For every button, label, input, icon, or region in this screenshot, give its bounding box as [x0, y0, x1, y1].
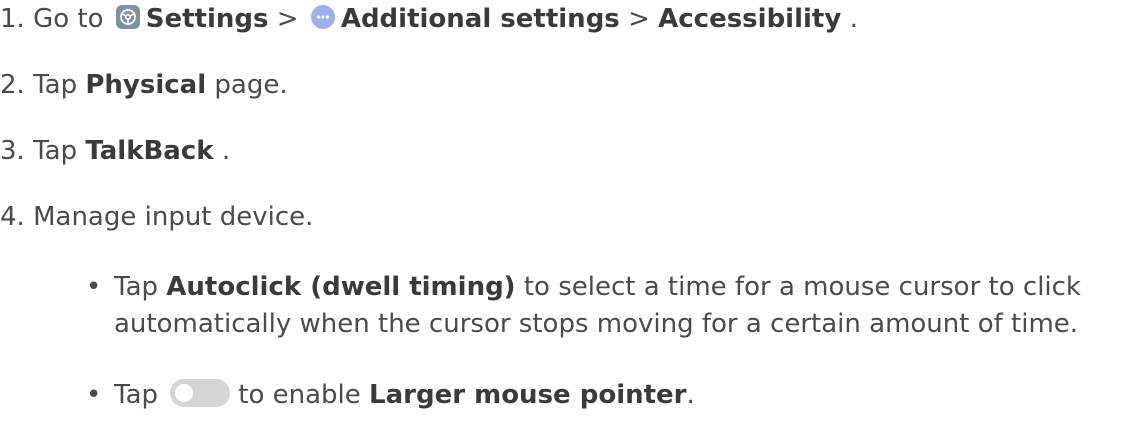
step-2-prefix: 2. Tap [0, 70, 78, 100]
step-2-rest: page. [214, 70, 288, 100]
settings-label: Settings [145, 4, 269, 34]
bullet-1-marker: • [86, 272, 102, 302]
settings-icon [115, 4, 140, 29]
bullet-2-marker: • [86, 380, 102, 410]
bullet-2-end: . [686, 380, 695, 410]
step-1: 1. Go to Settings > Additional settings … [0, 2, 858, 36]
bullet-1-rest-1: to select a time for a mouse cursor to c… [523, 272, 1081, 302]
bullet-2-pre: Tap [114, 380, 159, 410]
additional-settings-label: Additional settings [340, 4, 620, 34]
bullet-2-mid: to enable [238, 380, 361, 410]
toggle-knob [175, 383, 194, 402]
bullet-2: • Tap to enable Larger mouse pointer. [86, 378, 695, 412]
step-4-rest: Manage input device. [33, 202, 314, 232]
larger-mouse-pointer-label: Larger mouse pointer [369, 380, 687, 410]
step-4-prefix: 4. [0, 202, 25, 232]
step-2: 2. Tap Physical page. [0, 68, 288, 102]
bullet-1-rest-2: automatically when the cursor stops movi… [114, 309, 1079, 339]
accessibility-label: Accessibility [658, 4, 842, 34]
talkback-label: TalkBack [85, 136, 214, 166]
bullet-1-line-2: automatically when the cursor stops movi… [114, 307, 1078, 341]
step-3-prefix: 3. Tap [0, 136, 78, 166]
separator-1: > [276, 4, 299, 34]
step-4: 4. Manage input device. [0, 200, 313, 234]
more-dots-icon [310, 4, 335, 29]
step-1-prefix: 1. Go to [0, 4, 104, 34]
bullet-1-pre: Tap [114, 272, 159, 302]
physical-label: Physical [85, 70, 207, 100]
autoclick-label: Autoclick (dwell timing) [166, 272, 516, 302]
step-3-rest: . [221, 136, 231, 166]
separator-2: > [628, 4, 650, 34]
toggle-off-icon [170, 378, 231, 407]
step-1-end: . [849, 4, 858, 34]
bullet-1-line-1: • Tap Autoclick (dwell timing) to select … [86, 270, 1081, 304]
step-3: 3. Tap TalkBack . [0, 134, 230, 168]
